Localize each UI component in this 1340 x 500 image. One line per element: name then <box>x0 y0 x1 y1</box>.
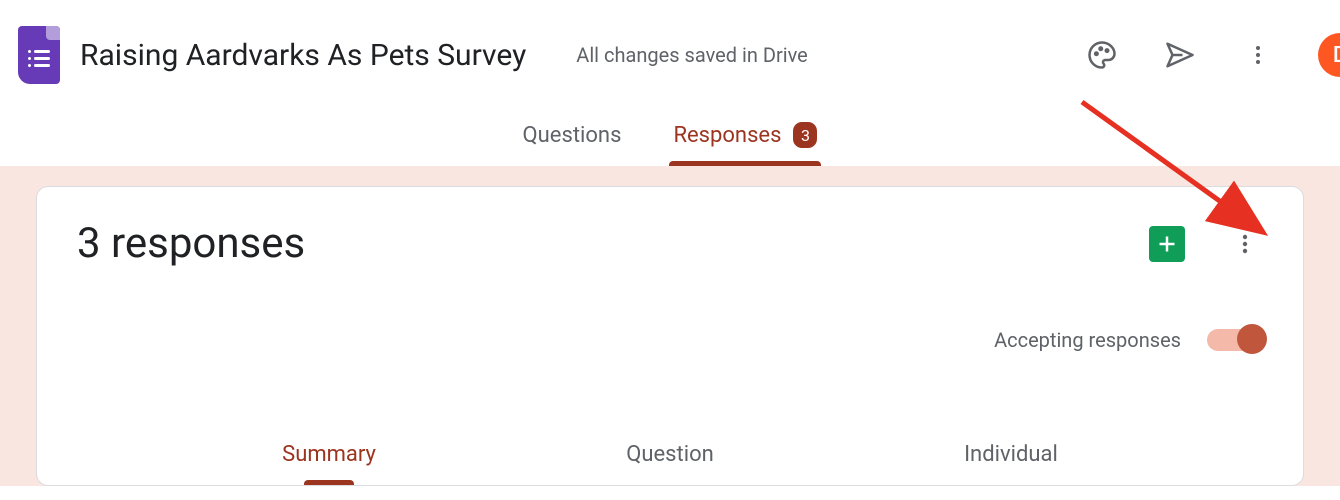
tab-responses-label: Responses <box>673 123 781 148</box>
header-actions: D <box>1084 33 1340 77</box>
create-spreadsheet-button[interactable] <box>1149 226 1185 262</box>
send-icon <box>1165 40 1195 70</box>
more-vert-icon <box>1233 232 1257 256</box>
palette-icon <box>1087 40 1117 70</box>
responses-more-button[interactable] <box>1227 226 1263 262</box>
tab-questions[interactable]: Questions <box>519 110 626 166</box>
form-title[interactable]: Raising Aardvarks As Pets Survey <box>80 38 526 73</box>
send-button[interactable] <box>1162 37 1198 73</box>
sub-tab-individual[interactable]: Individual <box>956 424 1066 485</box>
account-avatar[interactable]: D <box>1318 33 1340 77</box>
sheets-icon <box>1157 234 1177 254</box>
tab-responses[interactable]: Responses 3 <box>669 110 821 166</box>
more-vert-icon <box>1246 43 1270 67</box>
content-area: 3 responses Accepting responses <box>0 166 1340 486</box>
sub-tab-summary[interactable]: Summary <box>274 424 384 485</box>
responses-sub-tabs: Summary Question Individual <box>77 424 1263 485</box>
save-status: All changes saved in Drive <box>576 43 808 67</box>
sub-tab-question[interactable]: Question <box>618 424 722 485</box>
accepting-responses-row: Accepting responses <box>77 328 1263 352</box>
card-header: 3 responses <box>77 219 1263 268</box>
forms-logo-icon[interactable] <box>18 26 60 84</box>
app-header: Raising Aardvarks As Pets Survey All cha… <box>0 0 1340 110</box>
responses-count-title: 3 responses <box>77 219 305 268</box>
responses-card: 3 responses Accepting responses <box>36 186 1304 486</box>
accepting-responses-toggle[interactable] <box>1207 329 1263 351</box>
more-options-button[interactable] <box>1240 37 1276 73</box>
customize-theme-button[interactable] <box>1084 37 1120 73</box>
main-tabs: Questions Responses 3 <box>0 110 1340 166</box>
accepting-responses-label: Accepting responses <box>994 328 1181 352</box>
card-actions <box>1149 226 1263 262</box>
responses-count-badge: 3 <box>793 122 817 148</box>
